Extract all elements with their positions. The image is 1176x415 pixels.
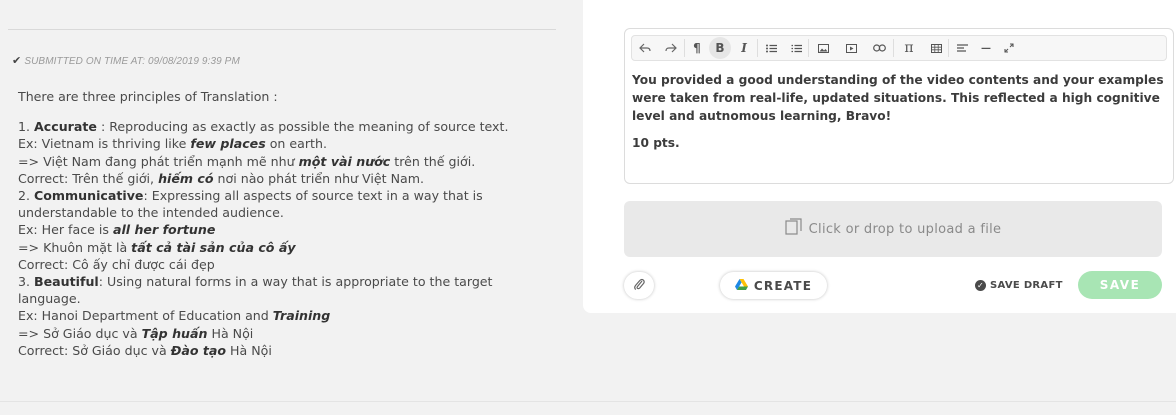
undo-icon[interactable] [632, 37, 658, 59]
answer-line: 2. Communicative: Expressing all aspects… [18, 188, 483, 221]
submission-answer: There are three principles of Translatio… [18, 88, 558, 359]
google-drive-icon [734, 278, 754, 293]
answer-line: Ex: Her face is all her fortune [18, 222, 216, 238]
answer-line: Ex: Vietnam is thriving like few places … [18, 136, 327, 152]
submission-status-text: SUBMITTED ON TIME AT: 09/08/2019 9:39 PM [24, 56, 240, 67]
upload-dropzone[interactable]: Click or drop to upload a file [624, 201, 1162, 257]
feedback-editor[interactable]: ¶ B I π — You provided a good understand… [624, 28, 1174, 184]
bottom-bar [0, 401, 1176, 415]
feedback-paragraph: You provided a good understanding of the… [632, 73, 1164, 123]
table-icon[interactable] [924, 37, 948, 59]
link-icon[interactable] [865, 37, 893, 59]
attach-button[interactable] [624, 272, 654, 299]
answer-line: 3. Beautiful: Using natural forms in a w… [18, 274, 493, 307]
bulleted-list-icon[interactable] [758, 37, 784, 59]
feedback-text[interactable]: You provided a good understanding of the… [632, 71, 1167, 152]
paperclip-icon [633, 276, 645, 295]
image-icon[interactable] [809, 37, 837, 59]
answer-line: Correct: Cô ấy chỉ được cái đẹp [18, 256, 215, 272]
horizontal-rule-icon[interactable]: — [975, 37, 997, 59]
answer-line: Correct: Sở Giáo dục và Đào tạo Hà Nội [18, 342, 272, 358]
file-copy-icon [785, 218, 809, 240]
bold-button[interactable]: B [709, 37, 731, 59]
answer-line: => Việt Nam đang phát triển mạnh mẽ như … [18, 153, 476, 169]
divider [8, 29, 556, 30]
upload-label: Click or drop to upload a file [808, 221, 1002, 237]
expand-icon[interactable] [997, 37, 1021, 59]
video-icon[interactable] [837, 37, 865, 59]
submission-status: ✔ SUBMITTED ON TIME AT: 09/08/2019 9:39 P… [12, 54, 240, 67]
create-button[interactable]: CREATE [720, 272, 827, 299]
check-circle-icon: ✓ [975, 280, 986, 291]
save-draft-button[interactable]: ✓ SAVE DRAFT [975, 272, 1063, 299]
answer-line: 1. Accurate : Reproducing as exactly as … [18, 119, 509, 135]
create-label: CREATE [753, 278, 813, 293]
numbered-list-icon[interactable] [784, 37, 808, 59]
answer-line: Ex: Hanoi Department of Education and Tr… [18, 308, 331, 324]
feedback-score: 10 pts. [632, 136, 680, 150]
paragraph-icon[interactable]: ¶ [685, 37, 709, 59]
submission-panel: ✔ SUBMITTED ON TIME AT: 09/08/2019 9:39 P… [0, 0, 583, 400]
italic-button[interactable]: I [731, 37, 757, 59]
answer-intro: There are three principles of Translatio… [18, 89, 278, 104]
answer-line: => Sở Giáo dục và Tập huấn Hà Nội [18, 325, 254, 341]
answer-line: => Khuôn mặt là tất cả tài sản của cô ấy [18, 239, 296, 255]
checkmark-icon: ✔ [12, 55, 22, 67]
answer-line: Correct: Trên thế giới, hiếm có nơi nào … [18, 170, 424, 186]
save-draft-label: SAVE DRAFT [990, 280, 1063, 291]
editor-toolbar: ¶ B I π — [631, 35, 1167, 61]
save-button[interactable]: SAVE [1078, 271, 1162, 299]
math-icon[interactable]: π [894, 37, 924, 59]
redo-icon[interactable] [658, 37, 684, 59]
align-icon[interactable] [949, 37, 975, 59]
